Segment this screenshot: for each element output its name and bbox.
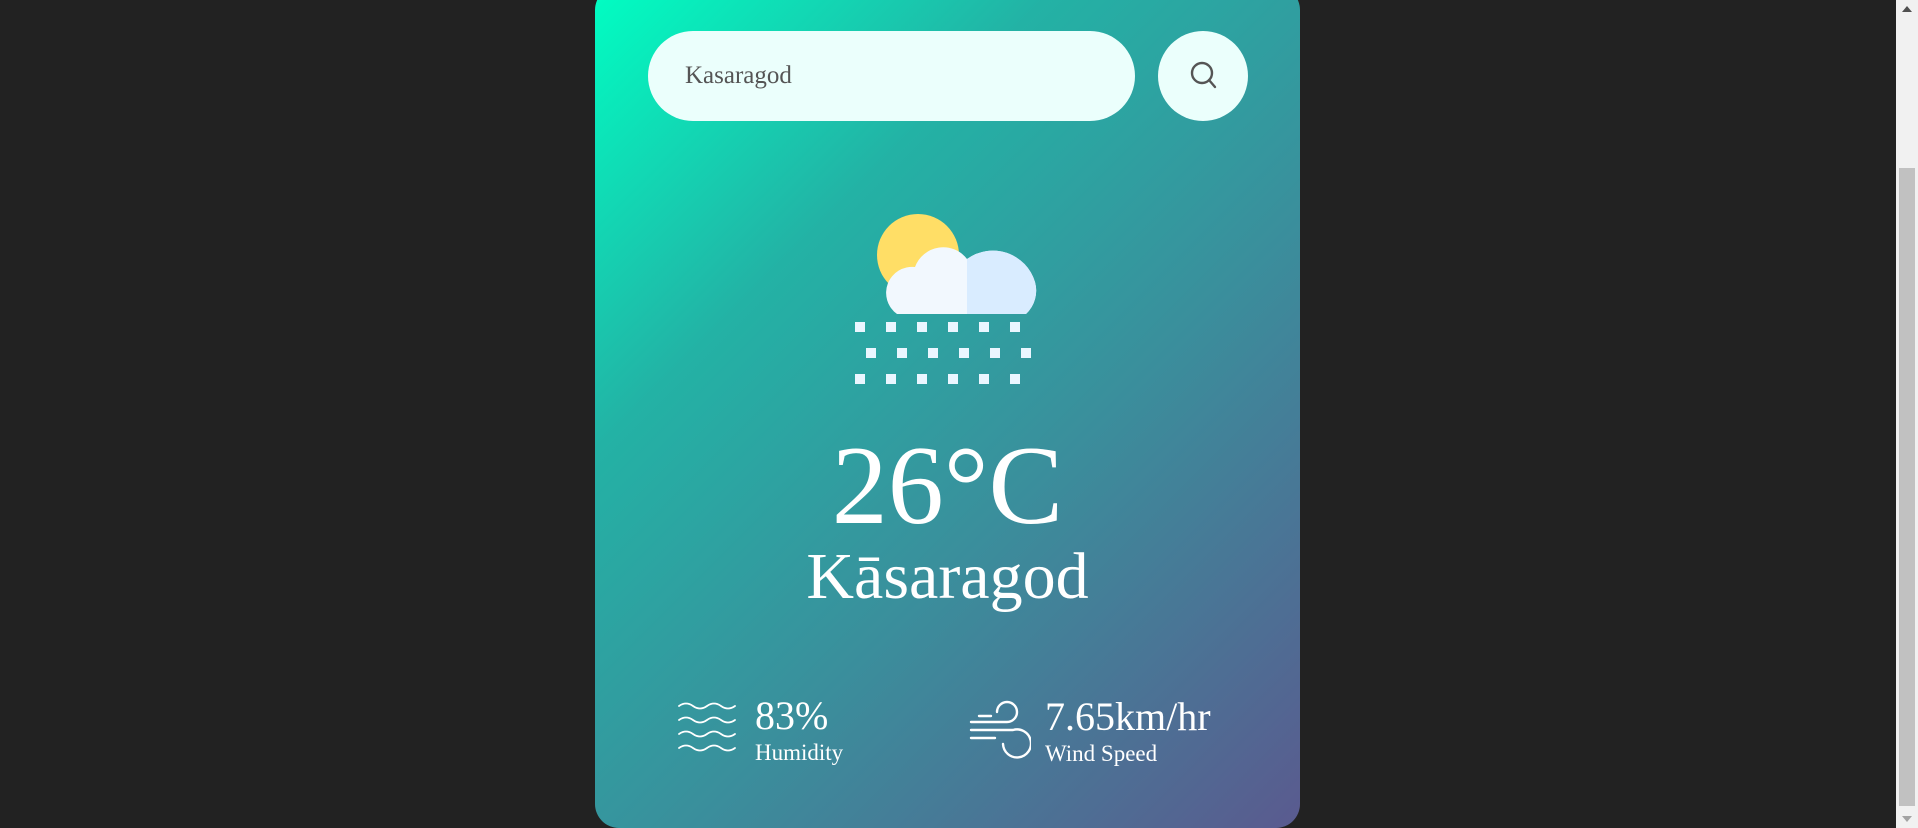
chevron-down-icon [1902,816,1912,822]
cloud-snow-sun-icon [855,204,1055,399]
humidity-label: Humidity [755,740,844,765]
wind-detail: 7.65km/hr Wind Speed [969,696,1211,767]
scroll-thumb[interactable] [1899,168,1915,806]
wind-speed-value: 7.65km/hr [1045,693,1211,739]
search-icon [1188,60,1218,93]
search-input[interactable] [648,31,1135,121]
humidity-detail: 83% Humidity [677,696,843,766]
temperature: 26°C [831,424,1064,548]
chevron-up-icon [1902,6,1912,12]
search-button[interactable] [1158,31,1248,121]
page-scrollbar[interactable] [1896,0,1918,828]
wind-icon [969,696,1033,767]
weather-card: 26°C Kāsaragod 83% Humidity [595,0,1300,828]
scroll-down-button[interactable] [1896,810,1918,828]
wind-speed-label: Wind Speed [1045,740,1158,766]
scroll-up-button[interactable] [1896,0,1918,18]
humidity-waves-icon [677,700,741,763]
page: 26°C Kāsaragod 83% Humidity [0,0,1918,828]
city-name: Kāsaragod [806,540,1089,613]
humidity-value: 83% [755,693,829,738]
